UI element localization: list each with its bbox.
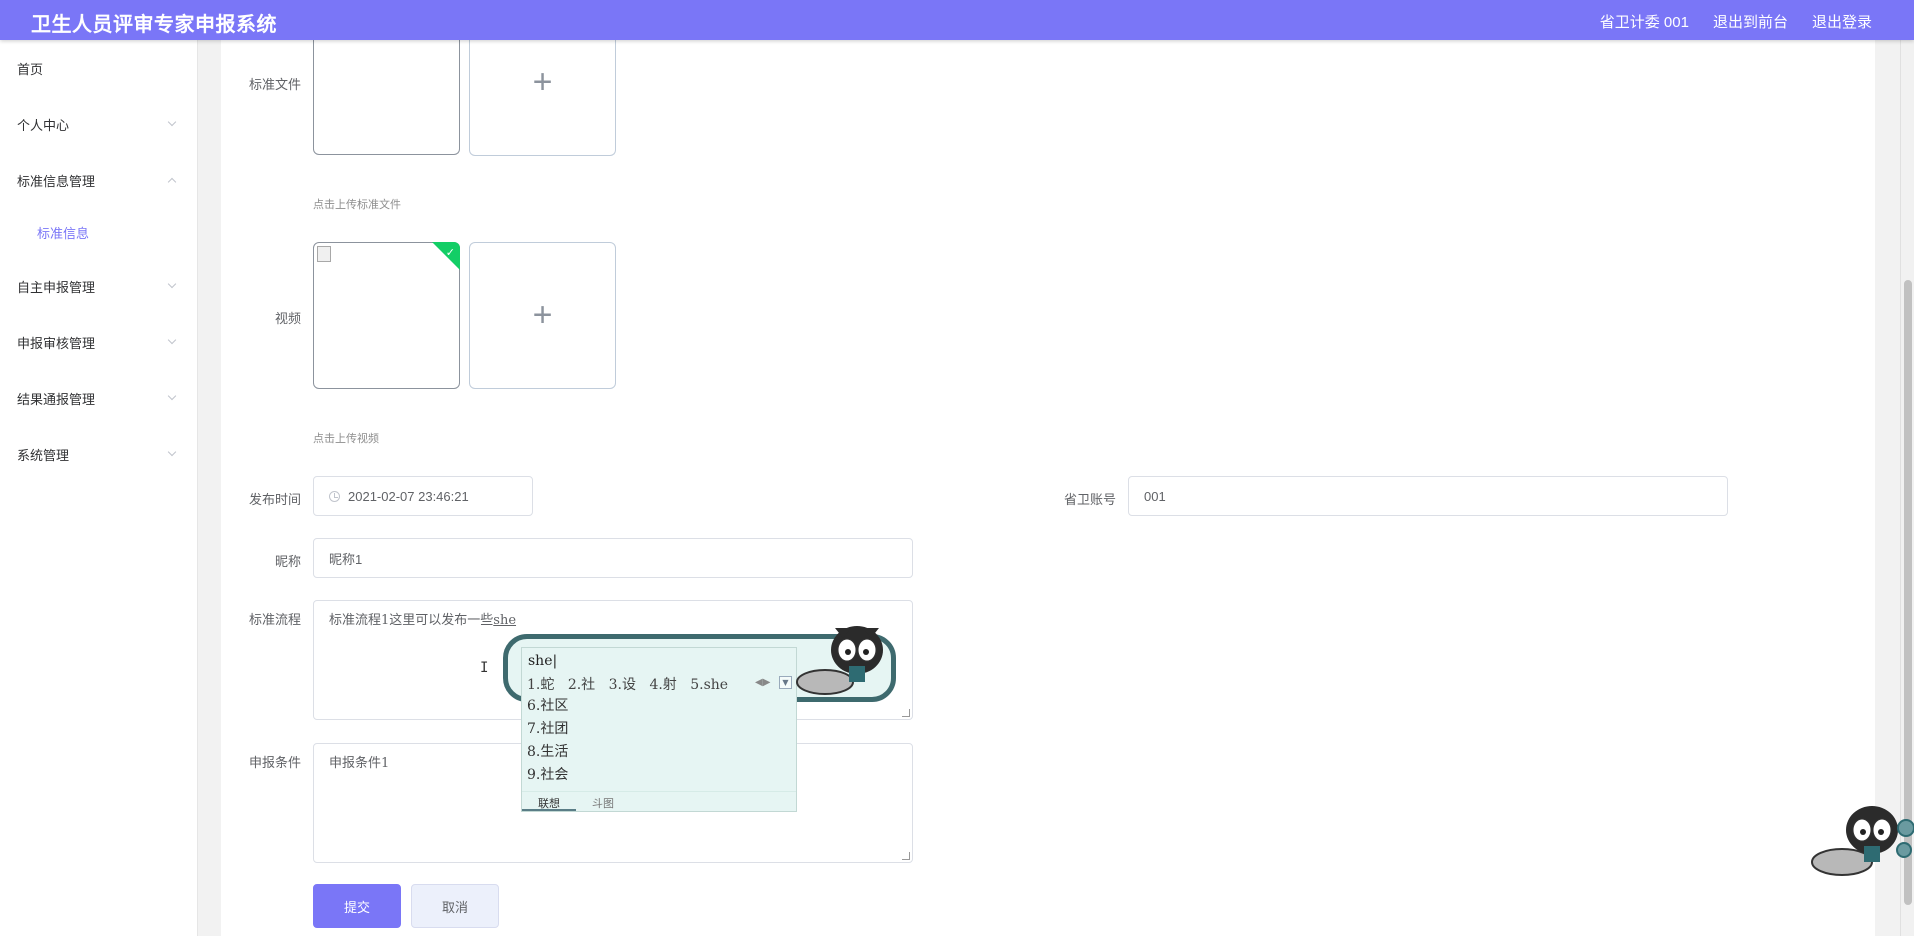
ime-candidate[interactable]: 2.社 (568, 677, 595, 693)
ime-candidate[interactable]: 3.设 (609, 677, 636, 693)
submit-button[interactable]: 提交 (313, 884, 401, 928)
chevron-down-icon (167, 117, 177, 127)
sidebar-item-label: 标准信息 (37, 225, 90, 241)
account-input[interactable]: 001 (1128, 476, 1728, 516)
back-to-front-link[interactable]: 退出到前台 (1713, 11, 1788, 32)
ime-composition-text: she (528, 653, 553, 669)
video-tip: 点击上传视频 (313, 433, 379, 445)
ime-page-arrows-icon[interactable]: ◀▶ (755, 677, 770, 688)
ime-candidate[interactable]: 4.射 (649, 677, 676, 693)
ime-candidate[interactable]: 1.蛇 (527, 677, 554, 693)
sidebar-item-self-declare[interactable]: 自主申报管理 (0, 266, 198, 306)
nickname-label: 昵称 (274, 554, 301, 569)
ime-candidate[interactable]: 9.社会 (527, 764, 568, 787)
clock-icon (329, 490, 340, 502)
process-composing-text: she (493, 613, 517, 628)
nickname-input[interactable]: 昵称1 (313, 538, 913, 578)
top-header: 卫生人员评审专家申报系统 省卫计委 001 退出到前台 退出登录 (0, 0, 1914, 40)
broken-image-icon (317, 246, 331, 262)
std-file-tip: 点击上传标准文件 (313, 199, 401, 211)
resize-handle[interactable] (902, 709, 910, 717)
sidebar-item-label: 标准信息管理 (17, 173, 96, 189)
video-thumbnail[interactable]: ✓ (313, 242, 460, 389)
video-upload-button[interactable]: + (469, 242, 616, 389)
cancel-button[interactable]: 取消 (411, 884, 499, 928)
sidebar-item-label: 首页 (17, 61, 44, 77)
chevron-down-icon (167, 279, 177, 289)
header-actions: 省卫计委 001 退出到前台 退出登录 (1600, 11, 1872, 32)
sidebar: 首页 个人中心 标准信息管理 标准信息 自主申报管理 申报审核管理 结果通报管理… (0, 40, 198, 936)
sidebar-item-results[interactable]: 结果通报管理 (0, 378, 198, 418)
nickname-value: 昵称1 (329, 551, 363, 567)
process-text: 标准流程1这里可以发布一些 (329, 613, 494, 628)
ime-mascot-icon (796, 626, 883, 695)
resize-handle[interactable] (902, 852, 910, 860)
condition-text: 申报条件1 (329, 756, 390, 771)
ime-candidate[interactable]: 6.社区 (527, 695, 568, 718)
text-cursor-icon: I (480, 660, 489, 676)
publish-time-label: 发布时间 (248, 492, 301, 507)
chevron-up-icon (167, 177, 177, 187)
account-name: 省卫计委 001 (1599, 14, 1689, 31)
sidebar-item-label: 自主申报管理 (17, 279, 96, 295)
std-file-label: 标准文件 (248, 77, 301, 92)
ime-candidate[interactable]: 7.社团 (527, 718, 568, 741)
process-label: 标准流程 (248, 612, 301, 627)
ime-composition: she| (528, 653, 558, 669)
sidebar-item-label: 结果通报管理 (17, 391, 96, 407)
sidebar-item-home[interactable]: 首页 (0, 48, 198, 88)
app-title: 卫生人员评审专家申报系统 (31, 14, 277, 36)
ime-candidate[interactable]: 8.生活 (527, 741, 568, 764)
chevron-down-icon (167, 447, 177, 457)
sidebar-item-review[interactable]: 申报审核管理 (0, 322, 198, 362)
sidebar-item-label: 申报审核管理 (17, 335, 96, 351)
floating-mascot-icon[interactable] (1806, 802, 1914, 882)
publish-time-input[interactable]: 2021-02-07 23:46:21 (313, 476, 533, 516)
plus-icon: + (532, 296, 553, 334)
sidebar-item-standard-info[interactable]: 标准信息 (0, 212, 198, 252)
sidebar-item-label: 个人中心 (17, 117, 70, 133)
ime-tabs: 联想 斗图 (522, 791, 796, 811)
ime-candidate-window[interactable]: she| 1.蛇 2.社 3.设 4.射 5.she ◀▶ ▼ 6.社区 7.社… (521, 647, 797, 812)
publish-time-value: 2021-02-07 23:46:21 (348, 488, 469, 504)
sidebar-item-system[interactable]: 系统管理 (0, 434, 198, 474)
check-icon: ✓ (445, 247, 455, 259)
condition-label: 申报条件 (248, 755, 301, 770)
ime-expand-icon[interactable]: ▼ (779, 676, 792, 689)
video-label: 视频 (274, 311, 301, 326)
sidebar-item-profile[interactable]: 个人中心 (0, 104, 198, 144)
ime-candidate-list: 6.社区 7.社团 8.生活 9.社会 (527, 695, 568, 787)
ime-tab-sticker[interactable]: 斗图 (576, 792, 630, 811)
chevron-down-icon (167, 391, 177, 401)
chevron-down-icon (167, 335, 177, 345)
sidebar-item-standard-management[interactable]: 标准信息管理 (0, 160, 198, 200)
logout-link[interactable]: 退出登录 (1812, 11, 1872, 32)
sidebar-item-label: 系统管理 (17, 447, 70, 463)
account-value: 001 (1144, 488, 1166, 504)
ime-tab-suggest[interactable]: 联想 (522, 792, 576, 811)
ime-candidate[interactable]: 5.she (690, 677, 728, 693)
ime-candidate-row: 1.蛇 2.社 3.设 4.射 5.she (527, 674, 737, 694)
account-label: 省卫账号 (1063, 492, 1116, 507)
